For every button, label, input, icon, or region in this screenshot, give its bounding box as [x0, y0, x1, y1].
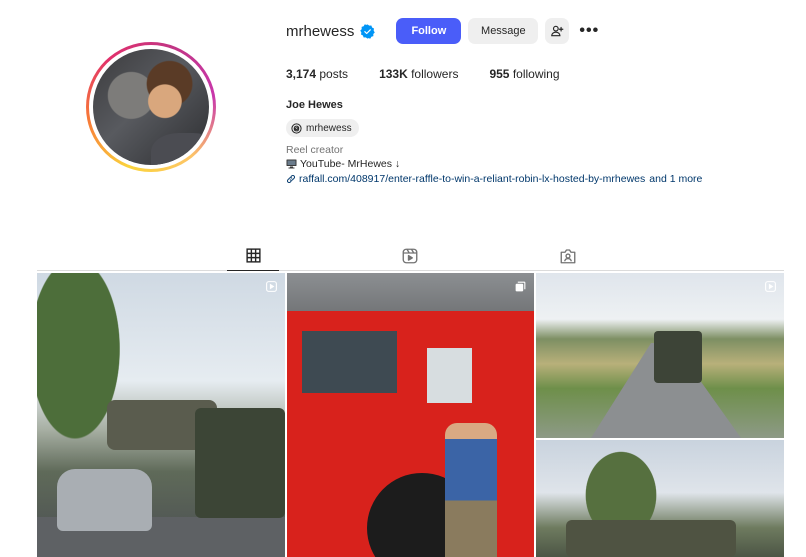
external-link[interactable]: raffall.com/408917/enter-raffle-to-win-a… [286, 173, 702, 185]
tagged-icon [560, 249, 576, 264]
tab-reels[interactable] [384, 241, 436, 271]
post-tile[interactable] [287, 273, 534, 557]
avatar-frame [89, 45, 213, 169]
bio-line: YouTube- MrHewes ↓ [286, 158, 400, 170]
verified-badge-icon [360, 23, 376, 39]
followers-stat[interactable]: 133K followers [379, 67, 458, 81]
posts-count: 3,174 [286, 67, 317, 81]
avatar-shirt [151, 132, 209, 165]
tab-tagged[interactable] [542, 241, 594, 271]
message-button[interactable]: Message [468, 18, 539, 44]
avatar [93, 49, 209, 165]
car [57, 469, 152, 531]
suggested-users-button[interactable] [545, 18, 570, 44]
bio-text: YouTube- MrHewes ↓ [300, 158, 401, 170]
following-stat[interactable]: 955 following [489, 67, 559, 81]
full-name: Joe Hewes [286, 99, 343, 111]
more-options-icon[interactable]: ••• [579, 22, 599, 40]
posts-stat: 3,174 posts [286, 67, 348, 81]
post-tile[interactable] [536, 273, 784, 438]
post-tile[interactable] [37, 273, 285, 557]
military-truck [195, 408, 285, 518]
profile-stats: 3,174 posts 133K followers 955 following [286, 67, 591, 81]
followers-count: 133K [379, 67, 408, 81]
reels-icon [402, 248, 418, 264]
username: mrhewess [286, 22, 355, 40]
category-label: Reel creator [286, 144, 344, 156]
military-truck [654, 331, 702, 383]
fire-engine-side-window [427, 348, 472, 403]
tab-posts[interactable] [227, 241, 279, 271]
following-count: 955 [489, 67, 510, 81]
carousel-icon [515, 281, 526, 292]
posts-label: posts [319, 67, 349, 81]
add-user-icon [551, 25, 564, 37]
threads-badge[interactable]: mrhewess [286, 119, 359, 137]
link-icon [286, 174, 296, 184]
reel-icon [266, 281, 277, 292]
post-tile[interactable] [536, 440, 784, 557]
profile-header: mrhewess Follow Message ••• [286, 18, 599, 44]
following-label: following [512, 67, 560, 81]
person [445, 423, 497, 557]
follow-button[interactable]: Follow [396, 18, 462, 44]
link-url[interactable]: raffall.com/408917/enter-raffle-to-win-a… [299, 173, 645, 185]
computer-icon [286, 159, 297, 169]
grid-icon [245, 248, 261, 263]
followers-label: followers [411, 67, 459, 81]
threads-icon [291, 122, 302, 134]
fire-engine-windscreen [302, 331, 397, 393]
reel-icon [765, 281, 776, 292]
link-more[interactable]: and 1 more [649, 173, 702, 185]
story-ring-avatar[interactable] [86, 42, 216, 172]
threads-handle: mrhewess [306, 122, 352, 134]
tank [566, 520, 736, 557]
